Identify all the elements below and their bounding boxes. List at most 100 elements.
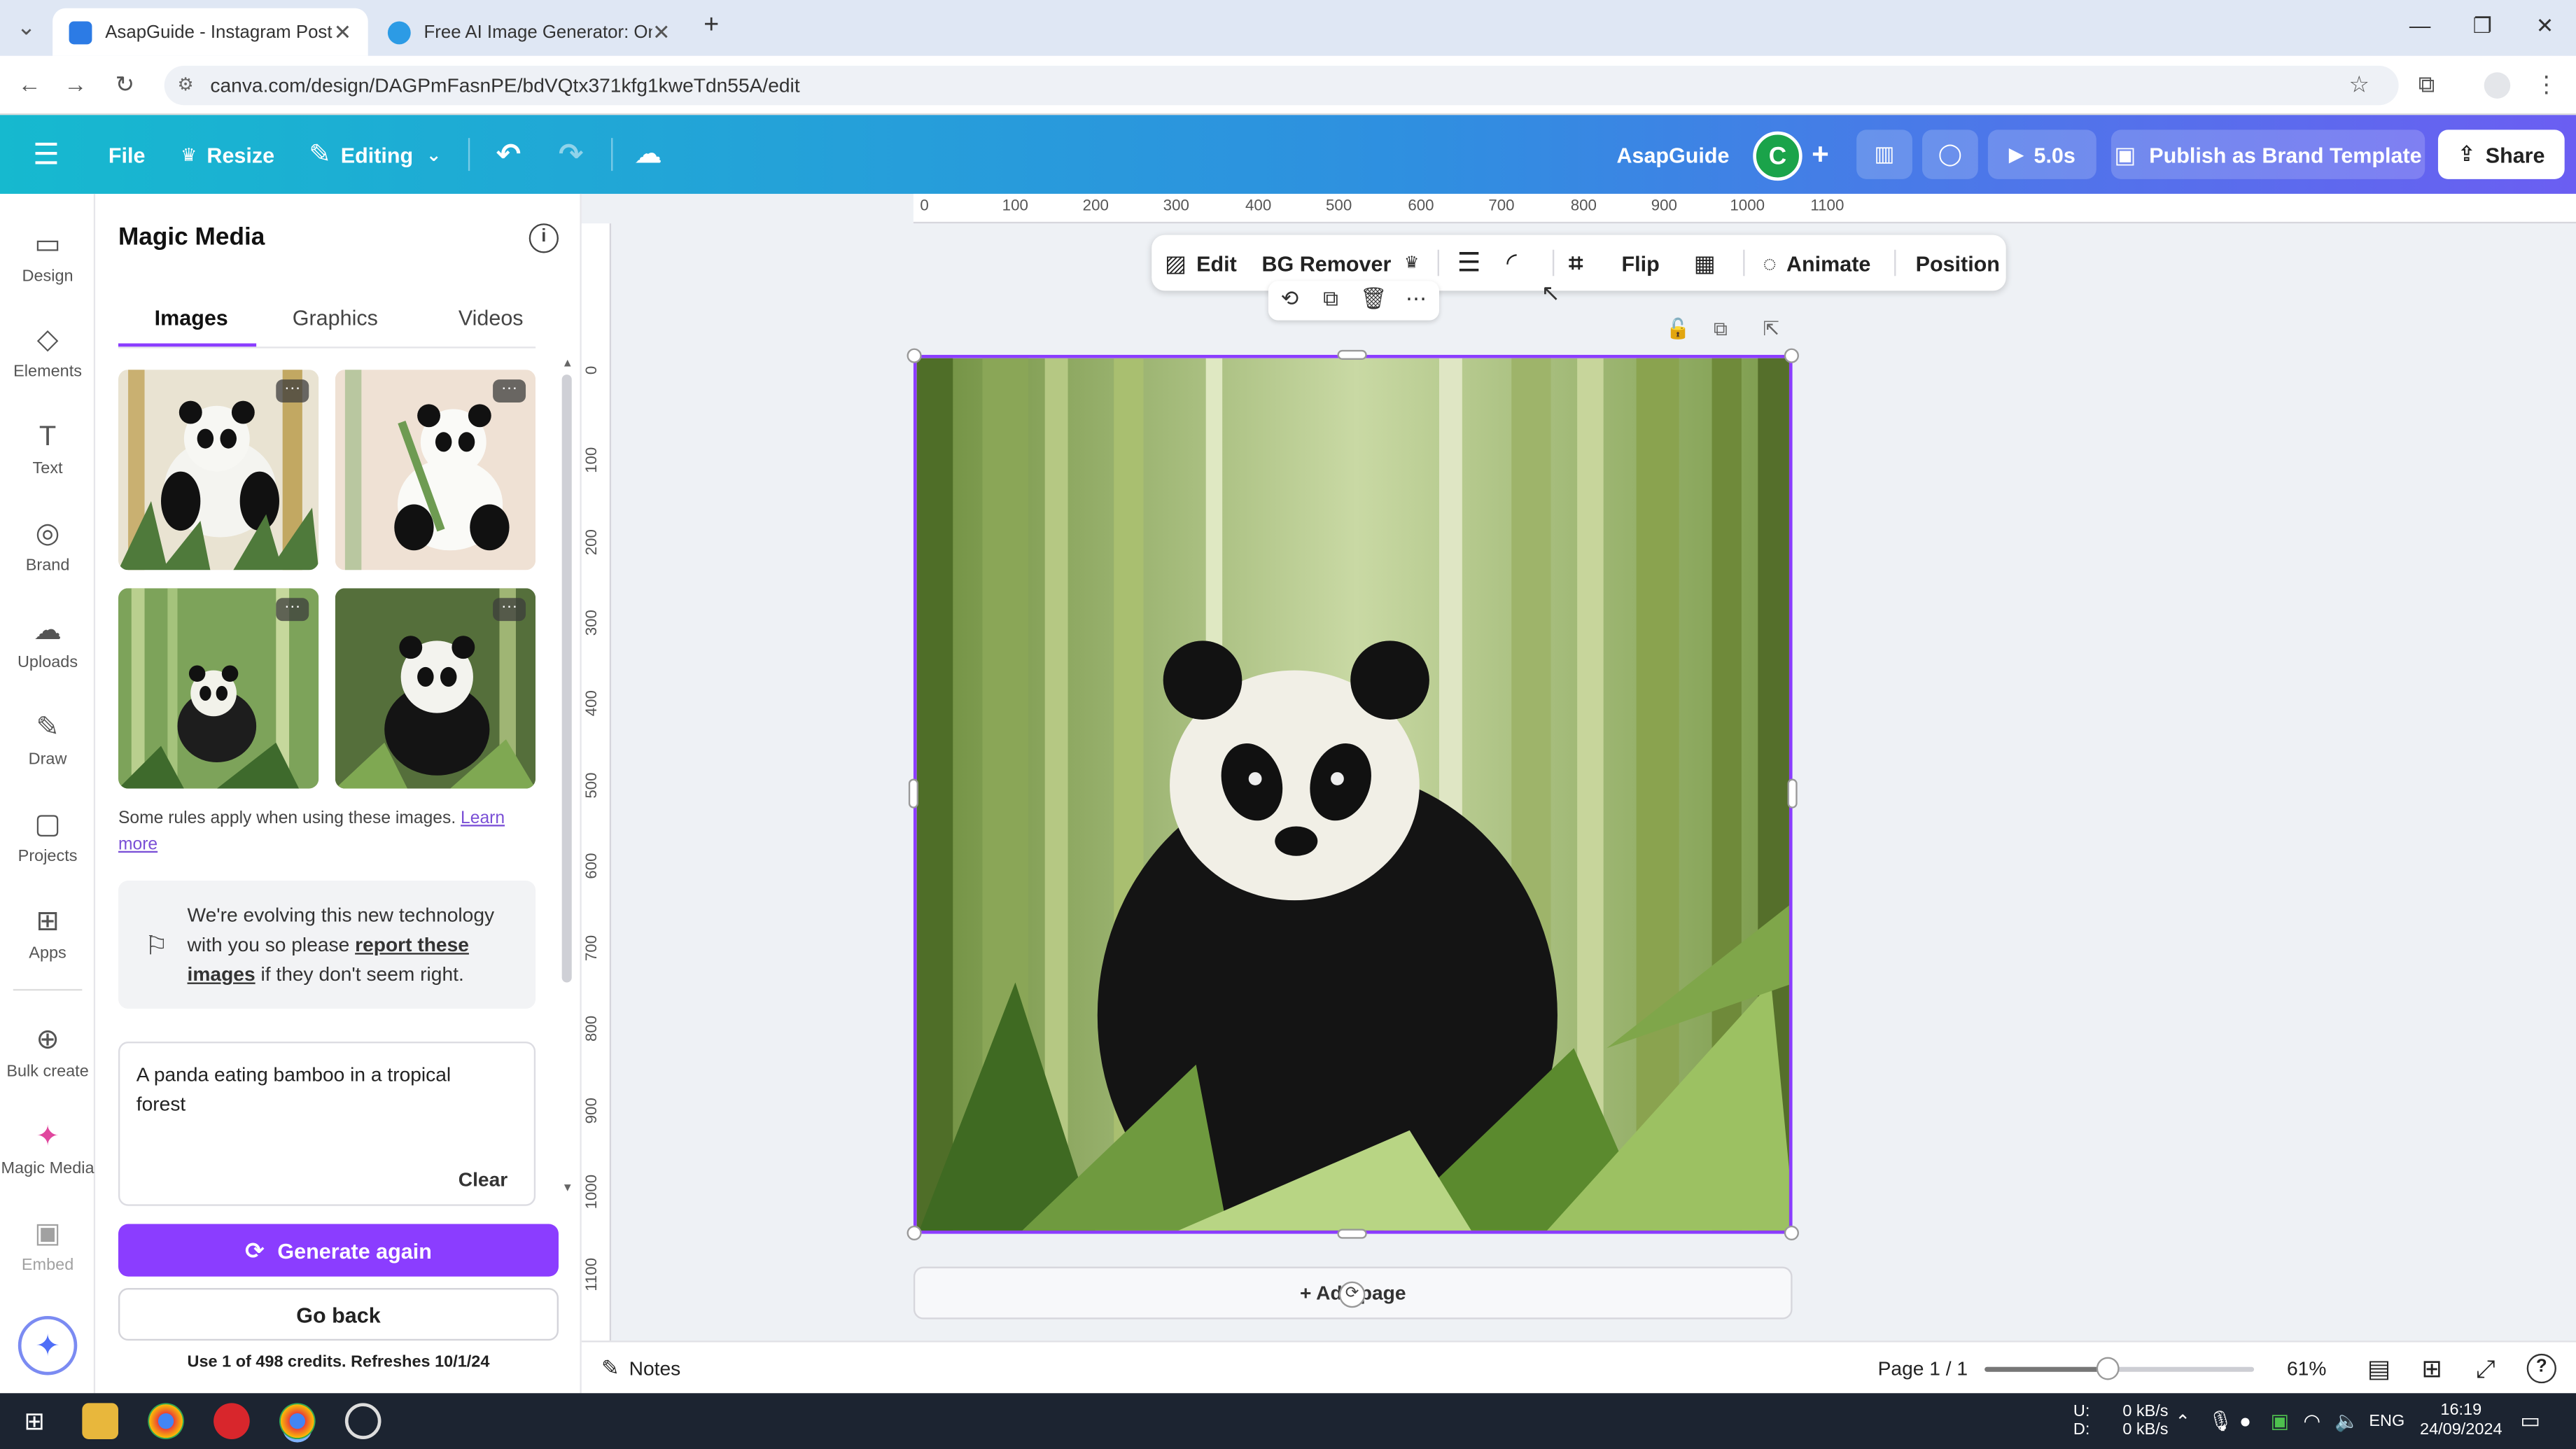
duplicate-page-icon[interactable]: ⧉ <box>1714 317 1728 342</box>
resize-button[interactable]: ♛ Resize <box>181 115 274 194</box>
zoom-percentage[interactable]: 61% <box>2287 1342 2326 1394</box>
go-back-button[interactable]: Go back <box>118 1288 559 1341</box>
resize-handle-top-right[interactable] <box>1784 348 1799 363</box>
selected-panda-image[interactable] <box>913 354 1793 1234</box>
clear-button[interactable]: Clear <box>458 1168 507 1191</box>
file-menu[interactable]: File <box>108 115 146 194</box>
scroll-up-icon[interactable]: ▲ <box>562 358 573 370</box>
resize-handle-bottom-left[interactable] <box>906 1225 922 1240</box>
position-button[interactable]: Position <box>1916 235 2000 291</box>
generated-image-4[interactable]: ··· <box>335 588 536 789</box>
generated-image-3[interactable]: ··· <box>118 588 319 789</box>
more-horizontal-icon[interactable]: ⋯ <box>1400 286 1433 312</box>
browser-menu-icon[interactable]: ⋮ <box>2530 71 2563 99</box>
insights-icon[interactable]: ▥ <box>1856 130 1912 179</box>
add-collaborator-button[interactable]: + <box>1802 130 1839 178</box>
new-tab-button[interactable]: + <box>687 11 736 41</box>
edit-image-button[interactable]: ▨ Edit <box>1165 235 1237 291</box>
main-menu-icon[interactable]: ☰ <box>33 115 59 194</box>
undo-icon[interactable]: ↶ <box>496 115 521 194</box>
cloud-save-icon[interactable]: ☁ <box>634 115 662 194</box>
tab-videos[interactable]: Videos <box>458 306 524 330</box>
windows-start-icon[interactable]: ⊞ <box>16 1403 52 1439</box>
url-field[interactable]: ⚙ canva.com/design/DAGPmFasnPE/bdVQtx371… <box>164 65 2399 106</box>
generated-image-2[interactable]: ··· <box>335 370 536 570</box>
info-icon[interactable]: i <box>528 223 559 253</box>
tab-images[interactable]: Images <box>155 306 228 330</box>
file-explorer-icon[interactable] <box>82 1403 118 1439</box>
generated-image-1[interactable]: ··· <box>118 370 319 570</box>
zoom-slider[interactable] <box>1984 1357 2255 1380</box>
window-close-icon[interactable]: ✕ <box>2520 13 2569 40</box>
rail-item-magic-media[interactable]: ✦ Magic Media <box>0 1102 95 1194</box>
zoom-slider-knob[interactable] <box>2096 1357 2120 1380</box>
generate-again-button[interactable]: ⟳ Generate again <box>118 1224 559 1277</box>
tab-close-icon[interactable]: ✕ <box>334 19 352 46</box>
rail-item-design[interactable]: ▭ Design <box>0 210 95 302</box>
add-page-icon[interactable]: ⇱ <box>1763 317 1779 340</box>
fullscreen-icon[interactable]: ⤢ <box>2476 1342 2496 1394</box>
bookmark-star-icon[interactable]: ☆ <box>2343 71 2376 99</box>
language-indicator[interactable]: ENG <box>2369 1393 2404 1449</box>
browser-tab-asapguide[interactable]: AsapGuide - Instagram Post ✕ <box>52 8 368 56</box>
rail-item-embed[interactable]: ▣ Embed <box>0 1199 95 1291</box>
resize-handle-bottom[interactable] <box>1337 1228 1367 1239</box>
clock[interactable]: 16:19 24/09/2024 <box>2418 1393 2504 1449</box>
rail-item-projects[interactable]: ▢ Projects <box>0 790 95 882</box>
notes-button[interactable]: ✎ Notes <box>601 1342 680 1394</box>
border-style-icon[interactable]: ☰ <box>1457 235 1481 291</box>
resize-handle-top[interactable] <box>1337 349 1367 360</box>
prompt-input[interactable]: A panda eating bamboo in a tropical fore… <box>118 1041 536 1206</box>
lock-page-icon[interactable]: 🔓 <box>1666 317 1690 340</box>
microphone-icon[interactable]: 🎙 <box>2208 1393 2233 1449</box>
chrome-active-icon[interactable] <box>279 1403 316 1439</box>
more-options-icon[interactable]: ··· <box>493 598 526 622</box>
rotate-icon[interactable]: ⟲ <box>1273 286 1306 312</box>
panel-scrollbar[interactable]: ▲ ▼ <box>561 358 573 1196</box>
profile-avatar[interactable] <box>2484 72 2511 99</box>
rail-item-elements[interactable]: ◇ Elements <box>0 306 95 398</box>
rail-item-brand[interactable]: ◎ Brand <box>0 499 95 591</box>
corner-rounding-icon[interactable]: ◜ <box>1506 235 1517 291</box>
trash-icon[interactable]: 🗑 <box>1357 286 1390 312</box>
forward-icon[interactable]: → <box>59 71 92 97</box>
scrollbar-thumb[interactable] <box>561 374 572 983</box>
resize-handle-bottom-right[interactable] <box>1784 1225 1799 1240</box>
recorder-icon[interactable] <box>214 1403 250 1439</box>
scroll-down-icon[interactable]: ▼ <box>562 1183 573 1194</box>
browser-tab-ai-generator[interactable]: Free AI Image Generator: Onlin ✕ <box>371 8 687 56</box>
tab-graphics[interactable]: Graphics <box>293 306 378 330</box>
wifi-icon[interactable]: ◠ <box>2303 1393 2320 1449</box>
back-icon[interactable]: ← <box>13 71 46 97</box>
brand-name[interactable]: AsapGuide <box>1616 115 1729 194</box>
minimize-icon[interactable]: — <box>2395 13 2444 38</box>
notifications-icon[interactable]: ▭ <box>2520 1393 2540 1449</box>
duplicate-icon[interactable]: ⧉ <box>1315 286 1348 312</box>
rail-item-text[interactable]: T Text <box>0 402 95 494</box>
rotate-handle-icon[interactable]: ⟳ <box>1338 1281 1366 1308</box>
tab-close-icon[interactable]: ✕ <box>652 19 671 46</box>
editing-mode-button[interactable]: ✎ Editing ⌄ <box>309 115 441 194</box>
present-button[interactable]: ▶ 5.0s <box>1987 130 2096 179</box>
page-indicator[interactable]: Page 1 / 1 <box>1878 1342 1968 1394</box>
rail-item-apps[interactable]: ⊞ Apps <box>0 887 95 979</box>
rail-item-uploads[interactable]: ☁ Uploads <box>0 596 95 688</box>
prompt-text[interactable]: A panda eating bamboo in a tropical fore… <box>136 1060 482 1119</box>
resize-handle-left[interactable] <box>908 778 918 808</box>
comments-icon[interactable]: ◯ <box>1921 130 1978 179</box>
user-avatar[interactable]: C <box>1753 131 1802 181</box>
animate-button[interactable]: ◌ Animate <box>1763 235 1870 291</box>
flip-button[interactable]: Flip <box>1621 235 1659 291</box>
clock-app-icon[interactable] <box>344 1403 382 1439</box>
share-button[interactable]: ⇪ Share <box>2437 130 2565 179</box>
more-options-icon[interactable]: ··· <box>276 598 309 622</box>
pages-view-icon[interactable]: ▤ <box>2367 1342 2390 1394</box>
tray-app-icon[interactable]: ● <box>2239 1393 2251 1449</box>
volume-icon[interactable]: 🔈 <box>2334 1393 2359 1449</box>
extensions-icon[interactable]: ⧉ <box>2410 71 2443 99</box>
rail-item-bulk-create[interactable]: ⊕ Bulk create <box>0 1005 95 1097</box>
publish-brand-template-button[interactable]: ▣ Publish as Brand Template <box>2110 130 2426 179</box>
grid-view-icon[interactable]: ⊞ <box>2421 1342 2442 1394</box>
restore-icon[interactable]: ❐ <box>2458 13 2507 40</box>
tab-list-icon[interactable]: ⌄ <box>10 13 43 41</box>
